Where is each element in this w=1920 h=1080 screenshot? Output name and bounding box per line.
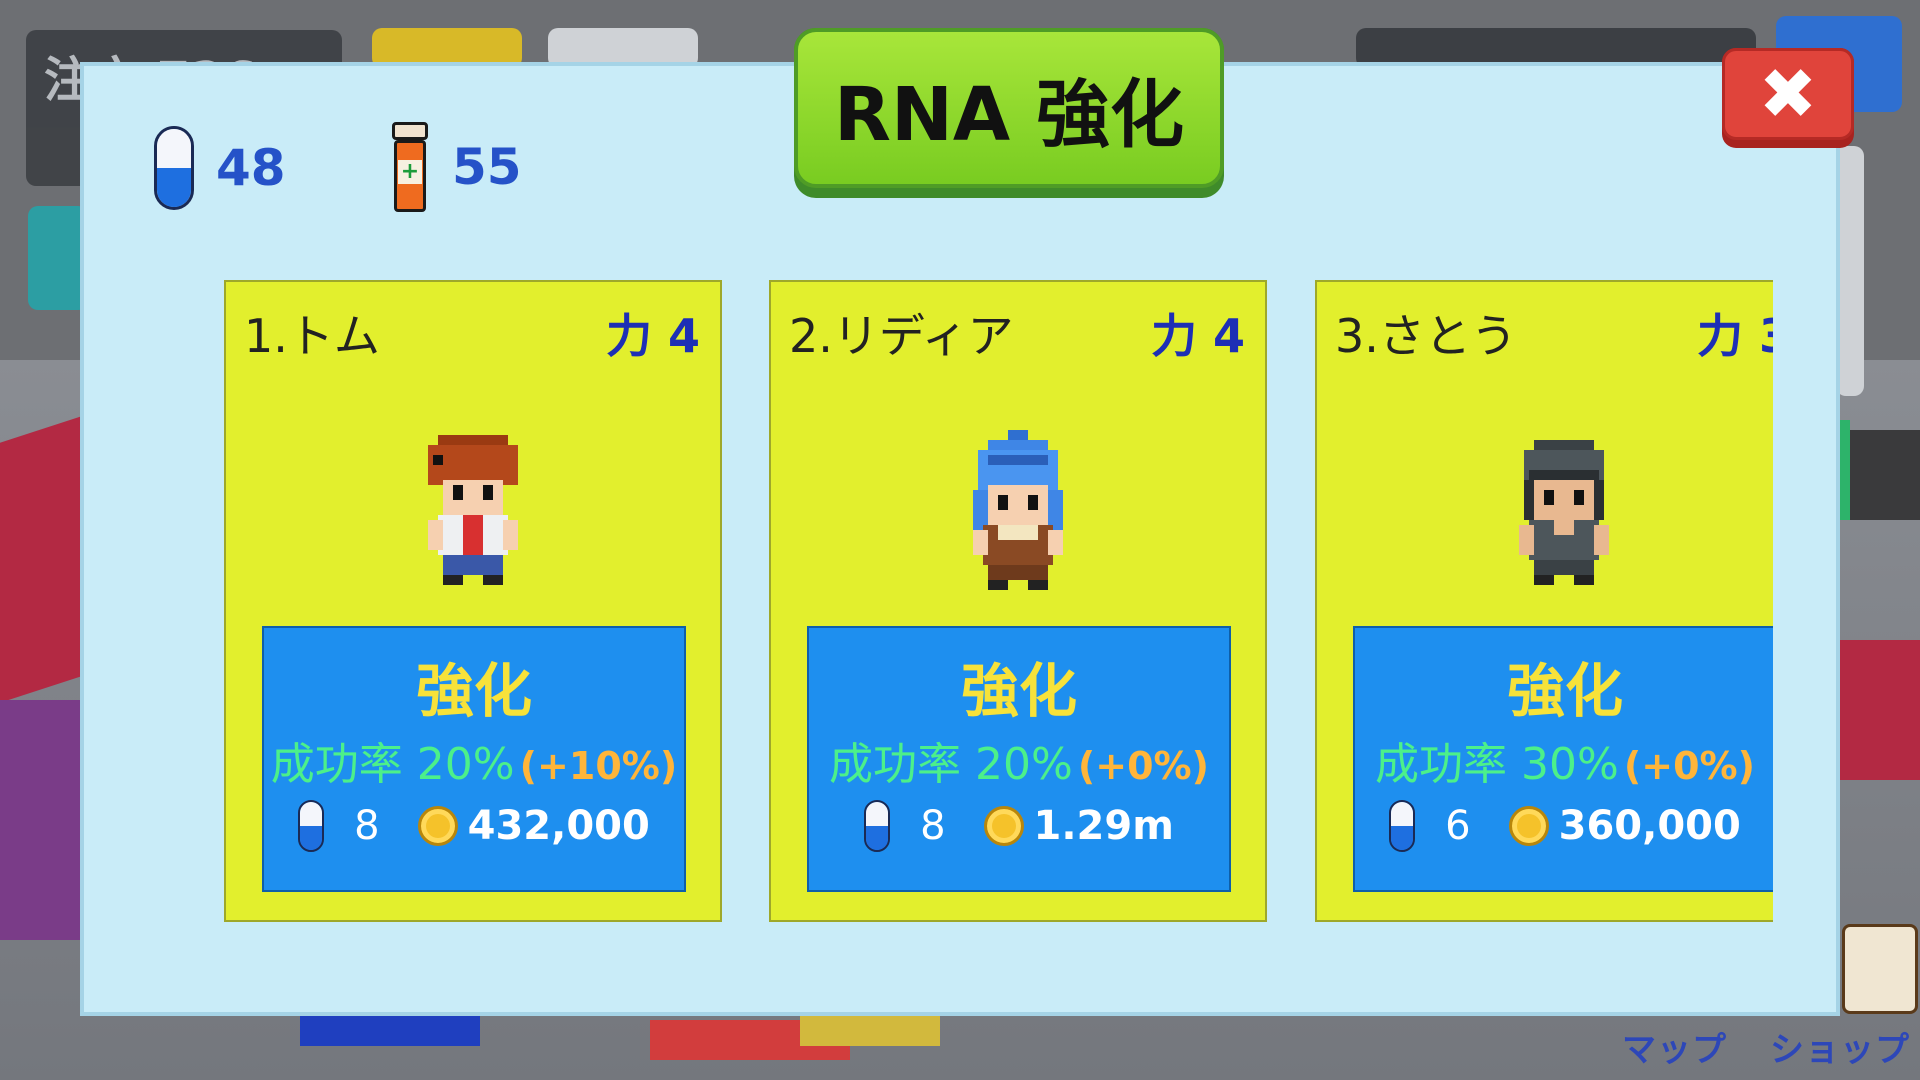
gold-cost: 360,000 xyxy=(1558,803,1741,849)
map-nav-label[interactable]: マップ xyxy=(1622,1022,1727,1071)
close-icon: ✖ xyxy=(1722,48,1854,140)
gold-coin-icon xyxy=(983,806,1024,846)
character-name: 3.さとう xyxy=(1335,309,1517,363)
upgrade-cost: 8 1.29m xyxy=(809,800,1229,852)
sato-sprite-icon xyxy=(1519,440,1609,585)
lydia-sprite-icon xyxy=(973,430,1063,590)
character-power: 力 4 xyxy=(1150,309,1245,363)
capsule-icon xyxy=(864,800,891,852)
gold-coin-icon xyxy=(1508,806,1549,846)
capsule-icon xyxy=(1389,800,1416,852)
character-power: 力 3 xyxy=(1696,309,1773,363)
character-name: 1.トム xyxy=(244,309,380,363)
modal-title: RNA 強化 xyxy=(794,28,1224,188)
capsule-icon xyxy=(298,800,325,852)
shop-nav-label[interactable]: ショップ xyxy=(1770,1022,1910,1071)
character-name: 2.リディア xyxy=(789,309,1014,363)
character-card: 1.トム 力 4 強化 成功率 20% (+10%) 8 432,000 xyxy=(224,280,722,922)
capsule-icon xyxy=(154,126,194,210)
gold-coin-icon xyxy=(417,806,458,846)
upgrade-label: 強化 xyxy=(960,657,1077,725)
rna-upgrade-modal: 48 + 55 1.トム 力 4 強化 成功率 20% (+10%) 8 432… xyxy=(80,62,1840,1016)
capsule-cost: 6 xyxy=(1445,803,1471,849)
capsule-cost: 8 xyxy=(920,803,946,849)
capsule-cost: 8 xyxy=(354,803,380,849)
success-rate: 成功率 30% (+0%) xyxy=(1375,739,1755,790)
upgrade-label: 強化 xyxy=(415,657,532,725)
close-button[interactable]: ✖ xyxy=(1722,48,1854,148)
potion-count: 55 xyxy=(452,138,522,196)
character-card-list[interactable]: 1.トム 力 4 強化 成功率 20% (+10%) 8 432,000 2.リ… xyxy=(224,280,1773,936)
success-rate: 成功率 20% (+10%) xyxy=(270,739,678,790)
character-card: 3.さとう 力 3 強化 xyxy=(1315,280,1773,922)
success-rate: 成功率 20% (+0%) xyxy=(829,739,1209,790)
capsule-count: 48 xyxy=(216,139,286,197)
gold-cost: 1.29m xyxy=(1033,803,1174,849)
character-card: 2.リディア 力 4 強化 成功率 20% (+0%) 8 1.29m xyxy=(769,280,1267,922)
potion-bottle-icon: + xyxy=(390,122,430,212)
gold-cost: 432,000 xyxy=(467,803,650,849)
shop-house-icon[interactable] xyxy=(1842,924,1918,1014)
capsule-resource: 48 xyxy=(154,126,286,210)
upgrade-button[interactable]: 強化 成功率 20% (+0%) 8 1.29m xyxy=(807,626,1231,892)
upgrade-button[interactable]: 強化 成功率 20% (+10%) 8 432,000 xyxy=(262,626,686,892)
upgrade-cost: 6 360,000 xyxy=(1355,800,1773,852)
potion-resource: + 55 xyxy=(390,122,522,212)
modal-title-banner: RNA 強化 xyxy=(794,28,1224,198)
upgrade-cost: 8 432,000 xyxy=(264,800,684,852)
upgrade-button[interactable]: 強化 成功率 30% (+0%) 6 360,000 xyxy=(1353,626,1773,892)
tom-sprite-icon xyxy=(428,435,518,585)
character-power: 力 4 xyxy=(605,309,700,363)
upgrade-label: 強化 xyxy=(1506,657,1623,725)
